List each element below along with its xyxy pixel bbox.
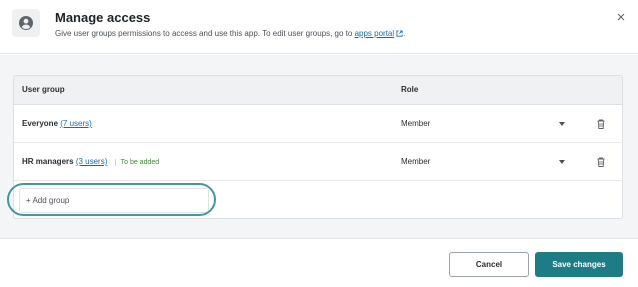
group-cell: Everyone (7 users) — [22, 119, 92, 128]
close-button[interactable] — [614, 10, 628, 24]
dialog-body: User group Role Everyone (7 users) Membe… — [0, 55, 638, 239]
group-name: Everyone — [22, 119, 59, 128]
role-dropdown[interactable]: Member — [401, 105, 571, 143]
role-value: Member — [401, 157, 431, 166]
add-group-input[interactable]: + Add group — [19, 188, 209, 213]
caret-down-icon — [559, 122, 565, 126]
add-group-row: + Add group — [14, 182, 622, 218]
trash-icon[interactable] — [595, 156, 607, 168]
user-circle-icon — [19, 16, 33, 30]
users-count-link[interactable]: (7 users) — [60, 119, 92, 128]
role-dropdown[interactable]: Member — [401, 143, 571, 181]
dialog-header: Manage access Give user groups permissio… — [0, 0, 638, 54]
dialog-footer: Cancel Save changes — [0, 240, 638, 287]
header-icon-box — [12, 9, 40, 37]
table-row: Everyone (7 users) Member — [14, 105, 622, 143]
cancel-button[interactable]: Cancel — [449, 252, 529, 277]
pending-status-badge: To be added — [114, 159, 159, 166]
group-name: HR managers — [22, 157, 74, 166]
caret-down-icon — [559, 160, 565, 164]
column-header-role: Role — [401, 85, 419, 94]
subtitle-text: Give user groups permissions to access a… — [55, 29, 355, 38]
trash-icon[interactable] — [595, 118, 607, 130]
apps-portal-link[interactable]: apps portal — [355, 29, 395, 38]
role-value: Member — [401, 119, 431, 128]
dialog-title: Manage access — [55, 10, 151, 25]
close-icon — [617, 13, 625, 21]
access-table: User group Role Everyone (7 users) Membe… — [13, 75, 623, 219]
dialog-subtitle: Give user groups permissions to access a… — [55, 29, 405, 38]
save-changes-button[interactable]: Save changes — [535, 252, 623, 277]
table-row: HR managers (3 users) To be added Member — [14, 143, 622, 181]
table-header: User group Role — [14, 76, 622, 105]
users-count-link[interactable]: (3 users) — [76, 157, 108, 166]
subtitle-period: . — [403, 29, 406, 38]
column-header-user-group: User group — [22, 85, 65, 94]
group-cell: HR managers (3 users) To be added — [22, 157, 159, 166]
